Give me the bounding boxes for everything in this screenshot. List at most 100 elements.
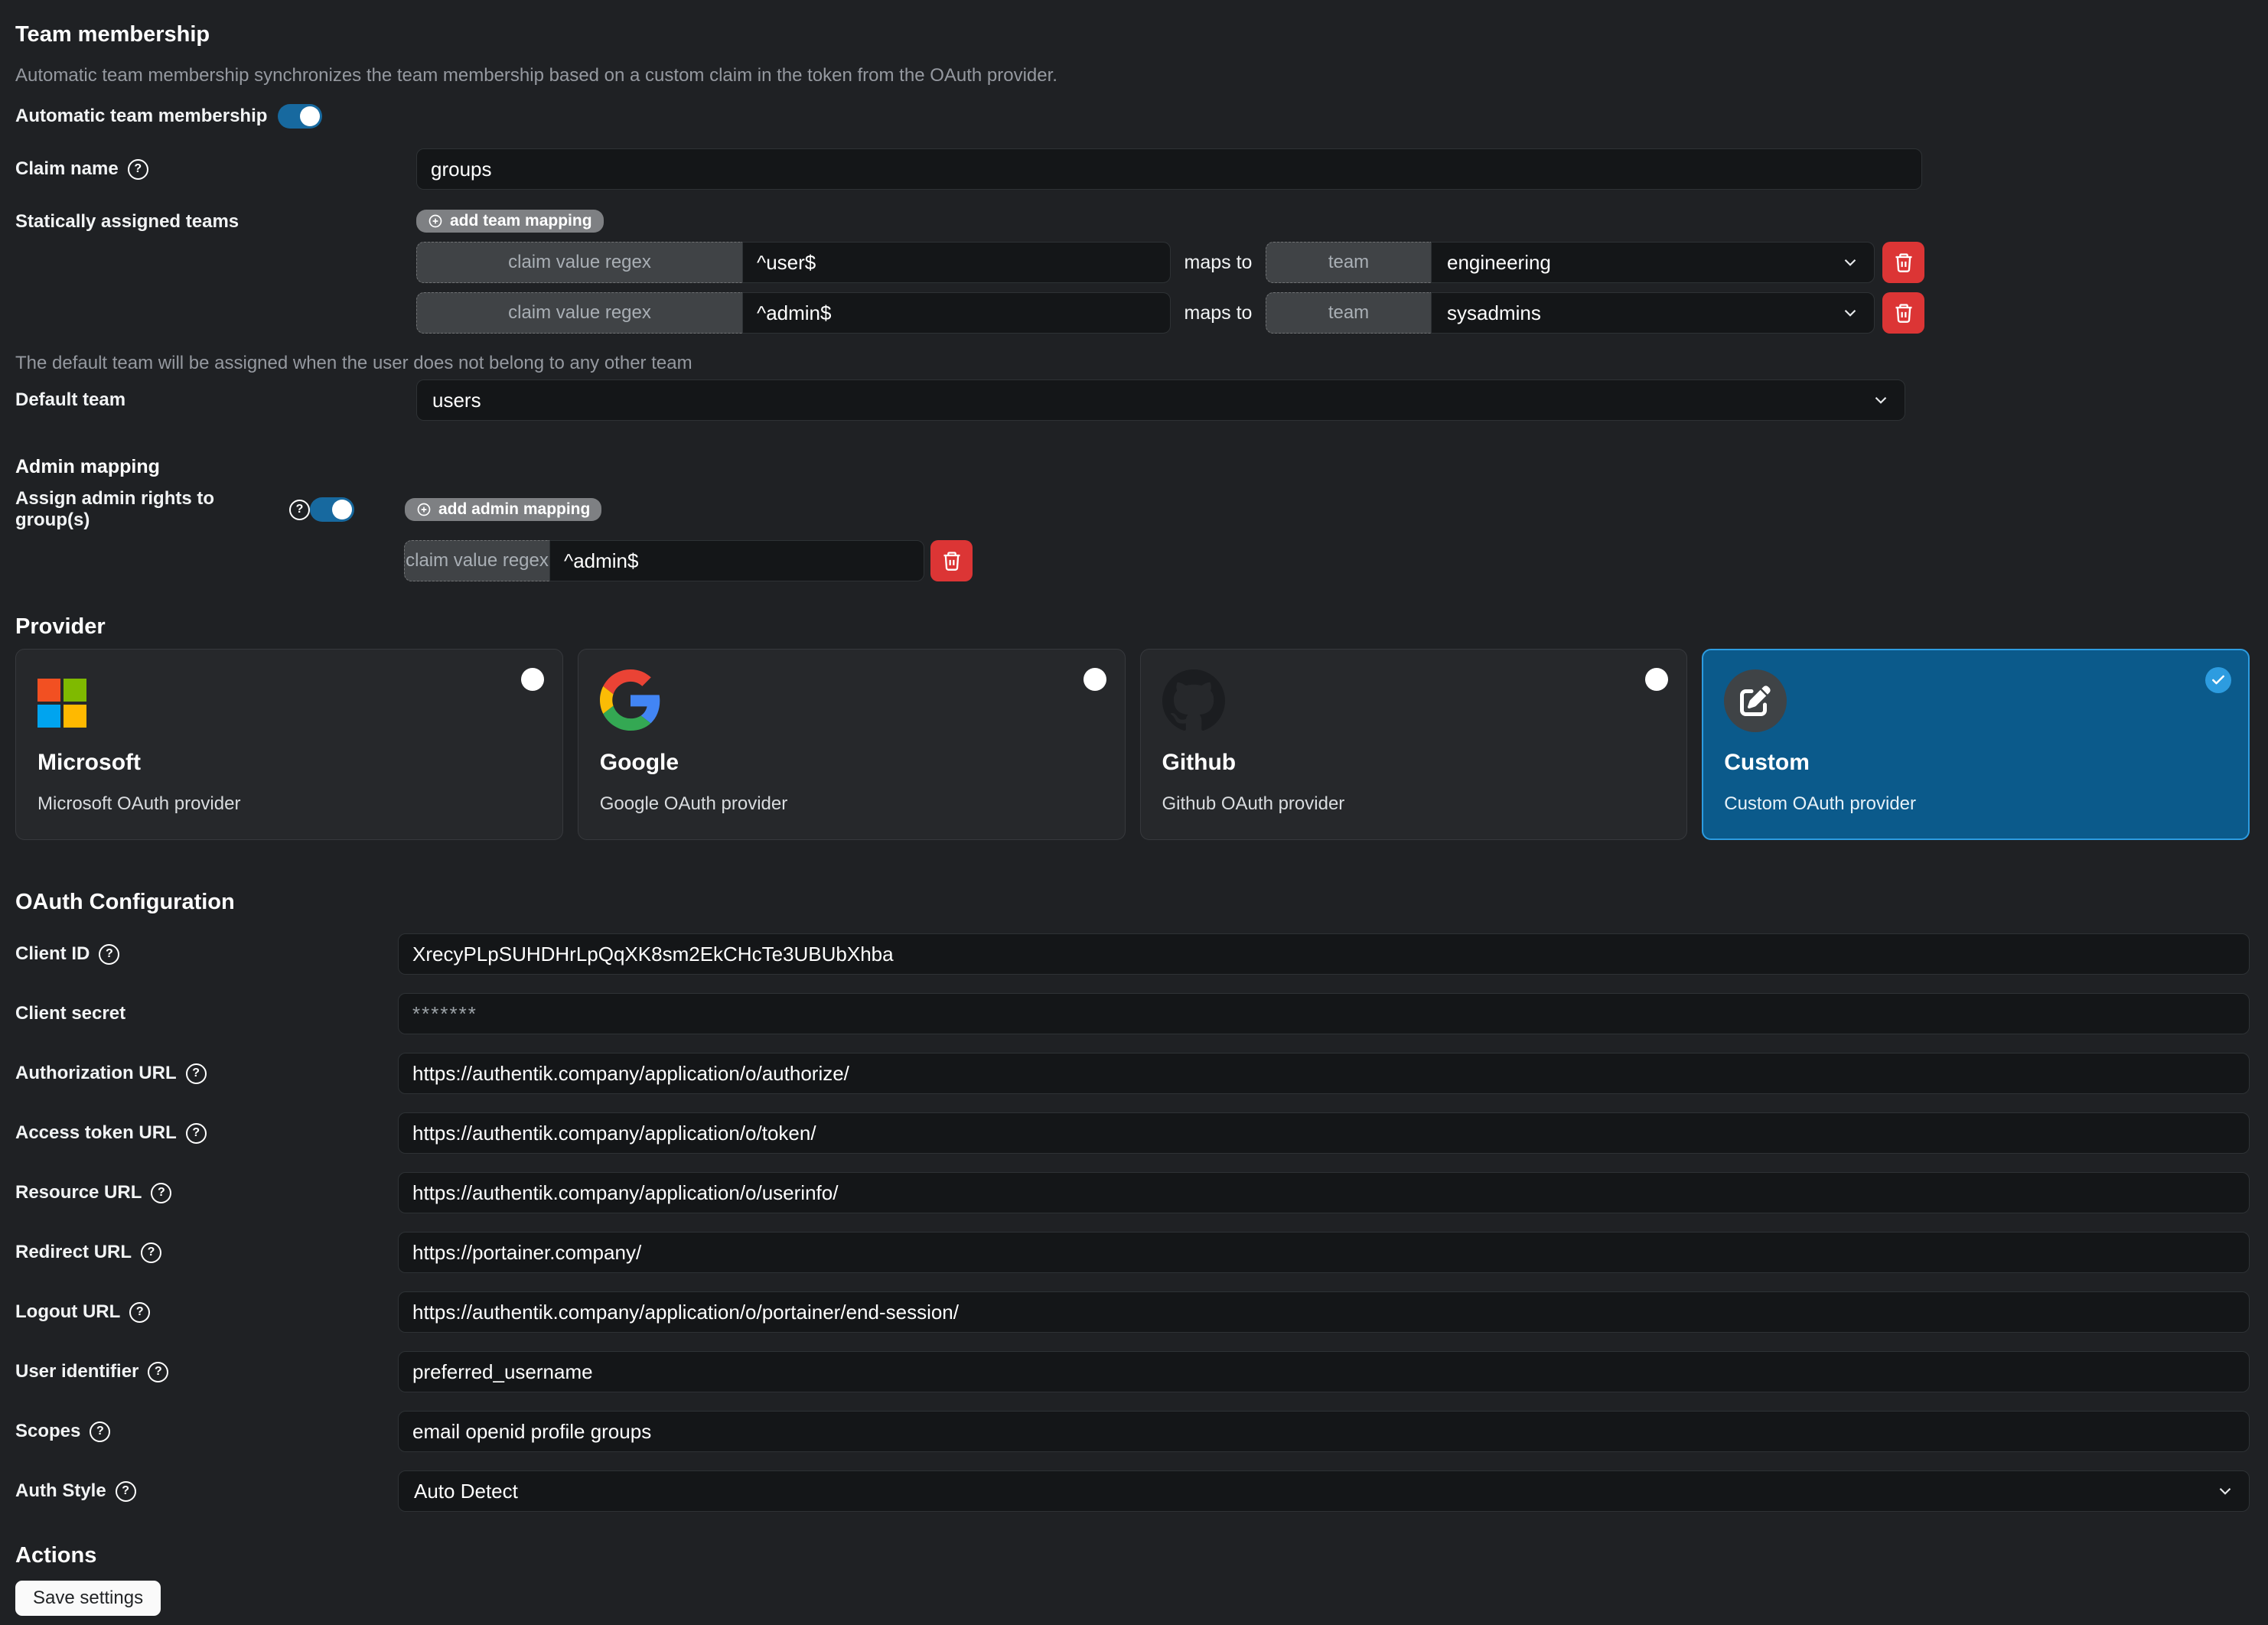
redirect-url-input[interactable]: [398, 1232, 2250, 1273]
auth-style-select[interactable]: Auto Detect: [398, 1470, 2250, 1512]
help-icon[interactable]: [116, 1481, 136, 1502]
logout-url-row: Logout URL: [15, 1291, 2250, 1333]
team-membership-description: Automatic team membership synchronizes t…: [15, 64, 2250, 87]
trash-icon: [1893, 302, 1914, 324]
help-icon[interactable]: [90, 1421, 110, 1442]
microsoft-logo: [37, 679, 86, 728]
claim-name-label: Claim name: [15, 158, 119, 180]
admin-claim-value-regex-input[interactable]: [549, 540, 924, 581]
help-icon[interactable]: [128, 159, 148, 180]
scopes-label: Scopes: [15, 1421, 80, 1442]
provider-card-custom[interactable]: Custom Custom OAuth provider: [1702, 649, 2250, 840]
default-team-note: The default team will be assigned when t…: [15, 352, 2250, 375]
client-id-input[interactable]: [398, 933, 2250, 975]
maps-to-label: maps to: [1171, 302, 1266, 324]
claim-value-regex-input[interactable]: [742, 242, 1171, 283]
auth-style-select-value: Auto Detect: [414, 1480, 518, 1503]
assign-admin-rights-row: Assign admin rights to group(s) add admi…: [15, 488, 2250, 531]
help-icon[interactable]: [148, 1362, 168, 1382]
save-settings-button[interactable]: Save settings: [15, 1581, 161, 1616]
user-identifier-row: User identifier: [15, 1351, 2250, 1392]
provider-selected-check-icon[interactable]: [2205, 667, 2231, 693]
statically-assigned-teams-row: Statically assigned teams add team mappi…: [15, 210, 2250, 334]
user-identifier-label: User identifier: [15, 1361, 138, 1382]
provider-radio-microsoft[interactable]: [521, 668, 544, 691]
team-select[interactable]: engineering: [1431, 242, 1875, 283]
team-select[interactable]: sysadmins: [1431, 292, 1875, 334]
resource-url-label: Resource URL: [15, 1182, 142, 1203]
provider-card-github[interactable]: Github Github OAuth provider: [1140, 649, 1688, 840]
client-id-row: Client ID: [15, 933, 2250, 975]
default-team-select-value: users: [432, 389, 481, 412]
team-mapping-row: claim value regex maps to team engineeri…: [416, 242, 1924, 283]
claim-name-input[interactable]: [416, 148, 1922, 190]
claim-value-regex-addon: claim value regex: [416, 242, 742, 283]
team-addon: team: [1266, 242, 1431, 283]
help-icon[interactable]: [129, 1302, 150, 1323]
automatic-team-membership-toggle[interactable]: [278, 104, 322, 129]
chevron-down-icon: [1840, 303, 1860, 323]
help-icon[interactable]: [151, 1183, 171, 1203]
help-icon[interactable]: [186, 1123, 207, 1144]
provider-heading: Provider: [15, 614, 2250, 640]
add-admin-mapping-button[interactable]: add admin mapping: [405, 498, 601, 521]
auth-style-label: Auth Style: [15, 1480, 106, 1502]
client-secret-row: Client secret: [15, 993, 2250, 1034]
client-id-label: Client ID: [15, 943, 90, 965]
provider-card-microsoft[interactable]: Microsoft Microsoft OAuth provider: [15, 649, 563, 840]
automatic-team-membership-row: Automatic team membership: [15, 104, 2250, 129]
help-icon[interactable]: [289, 500, 310, 520]
client-secret-input[interactable]: [398, 993, 2250, 1034]
help-icon[interactable]: [186, 1063, 207, 1084]
default-team-row: Default team users: [15, 379, 2250, 421]
chevron-down-icon: [1840, 252, 1860, 272]
custom-provider-avatar: [1724, 669, 1787, 732]
claim-value-regex-addon: claim value regex: [416, 292, 742, 334]
provider-card-description: Microsoft OAuth provider: [37, 793, 541, 815]
provider-card-title: Google: [600, 749, 1103, 777]
delete-team-mapping-button[interactable]: [1882, 242, 1924, 283]
claim-value-regex-input[interactable]: [742, 292, 1171, 334]
oauth-configuration-heading: OAuth Configuration: [15, 889, 2250, 915]
assign-admin-rights-toggle[interactable]: [310, 497, 354, 522]
provider-card-title: Github: [1162, 749, 1666, 777]
actions-heading: Actions: [15, 1542, 2250, 1568]
add-team-mapping-button[interactable]: add team mapping: [416, 210, 604, 233]
help-icon[interactable]: [141, 1242, 161, 1263]
access-token-url-input[interactable]: [398, 1112, 2250, 1154]
claim-value-regex-addon: claim value regex: [404, 540, 549, 581]
provider-radio-google[interactable]: [1083, 668, 1106, 691]
provider-card-google[interactable]: Google Google OAuth provider: [578, 649, 1126, 840]
google-logo: [600, 669, 661, 731]
delete-admin-mapping-button[interactable]: [930, 540, 973, 581]
provider-card-description: Custom OAuth provider: [1724, 793, 2227, 815]
check-icon: [2211, 672, 2226, 688]
toggle-knob: [300, 106, 320, 126]
plus-circle-icon: [416, 502, 432, 517]
trash-icon: [941, 550, 963, 572]
user-identifier-input[interactable]: [398, 1351, 2250, 1392]
scopes-input[interactable]: [398, 1411, 2250, 1452]
add-admin-mapping-label: add admin mapping: [438, 500, 590, 519]
trash-icon: [1893, 252, 1914, 273]
scopes-row: Scopes: [15, 1411, 2250, 1452]
provider-card-title: Custom: [1724, 749, 2227, 777]
help-icon[interactable]: [99, 944, 119, 965]
provider-cards: Microsoft Microsoft OAuth provider Googl…: [15, 649, 2250, 840]
team-select-value: sysadmins: [1447, 301, 1541, 325]
admin-mapping-row: claim value regex: [404, 540, 2250, 581]
toggle-knob: [332, 500, 352, 519]
access-token-url-label: Access token URL: [15, 1122, 177, 1144]
team-select-value: engineering: [1447, 251, 1551, 275]
authorization-url-row: Authorization URL: [15, 1053, 2250, 1094]
provider-card-description: Google OAuth provider: [600, 793, 1103, 815]
claim-name-row: Claim name: [15, 148, 2250, 190]
default-team-select[interactable]: users: [416, 379, 1905, 421]
authorization-url-input[interactable]: [398, 1053, 2250, 1094]
resource-url-input[interactable]: [398, 1172, 2250, 1213]
provider-card-title: Microsoft: [37, 749, 541, 777]
logout-url-input[interactable]: [398, 1291, 2250, 1333]
chevron-down-icon: [1871, 390, 1891, 410]
delete-team-mapping-button[interactable]: [1882, 292, 1924, 334]
admin-mapping-heading: Admin mapping: [15, 454, 2250, 479]
